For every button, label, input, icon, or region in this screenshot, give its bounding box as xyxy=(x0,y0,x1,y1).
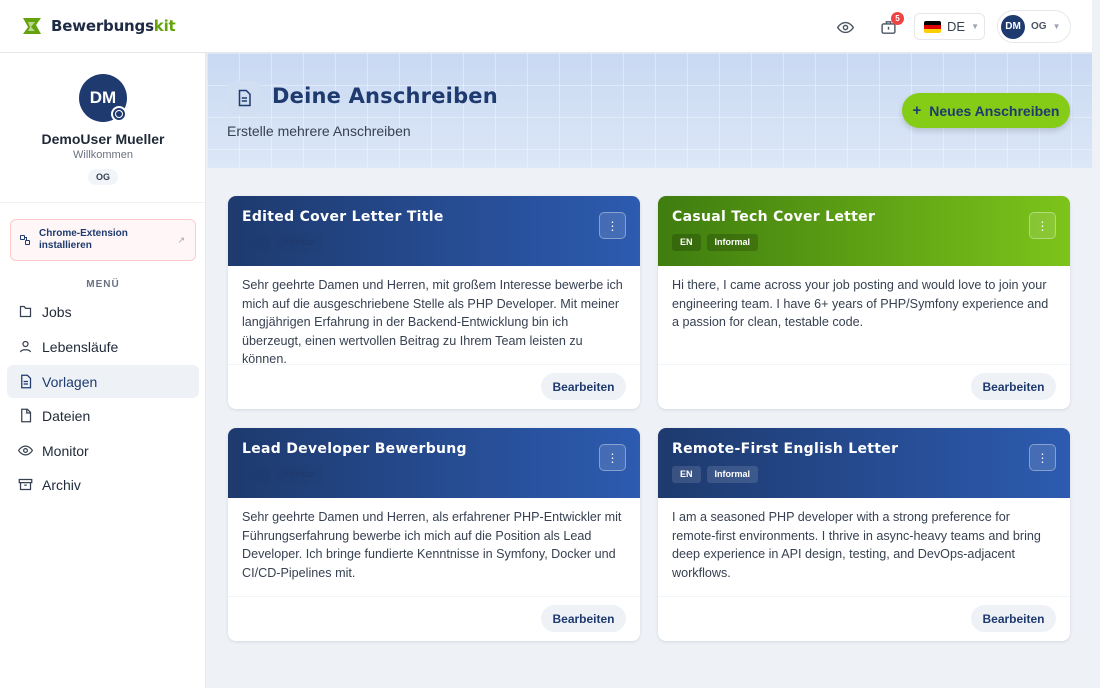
cover-letter-card: Edited Cover Letter Title DE Formal ⋮ Se… xyxy=(228,196,640,409)
cover-letter-card: Casual Tech Cover Letter EN Informal ⋮ H… xyxy=(658,196,1070,409)
logo-icon xyxy=(23,18,41,34)
card-menu-button[interactable]: ⋮ xyxy=(599,212,626,239)
tone-badge: Informal xyxy=(706,466,759,483)
card-title: Lead Developer Bewerbung xyxy=(242,441,467,457)
chevron-down-icon: ▼ xyxy=(971,22,979,31)
language-label: DE xyxy=(947,19,966,34)
card-header: Remote-First English Letter EN Informal … xyxy=(658,428,1070,498)
edit-button[interactable]: Bearbeiten xyxy=(971,373,1056,400)
external-link-icon: ↗ xyxy=(177,235,185,245)
new-cover-letter-button[interactable]: + Neues Anschreiben xyxy=(902,93,1070,128)
notifications-button[interactable]: 5 xyxy=(876,12,904,39)
tone-badge: Formal xyxy=(276,466,323,483)
page-header: Deine Anschreiben Erstelle mehrere Ansch… xyxy=(207,53,1092,168)
divider xyxy=(228,596,640,597)
document-icon xyxy=(227,81,261,115)
divider xyxy=(658,364,1070,365)
edit-button[interactable]: Bearbeiten xyxy=(541,605,626,632)
divider xyxy=(658,596,1070,597)
sidebar-item-dateien[interactable]: Dateien xyxy=(7,399,199,432)
document-icon xyxy=(17,374,33,390)
card-menu-button[interactable]: ⋮ xyxy=(1029,212,1056,239)
tone-badge: Formal xyxy=(276,234,323,251)
user-name: DemoUser Mueller xyxy=(41,131,165,147)
chrome-extension-label: Chrome-Extension installieren xyxy=(39,228,128,251)
top-bar: Bewerbungskit 5 DE ▼ DM OG ▼ xyxy=(0,0,1092,53)
card-body: Sehr geehrte Damen und Herren, mit große… xyxy=(242,278,623,367)
eye-icon xyxy=(836,21,854,33)
visibility-toggle-button[interactable] xyxy=(833,15,857,39)
cover-letter-card: Remote-First English Letter EN Informal … xyxy=(658,428,1070,641)
puzzle-icon xyxy=(20,235,30,245)
eye-icon xyxy=(17,443,33,459)
language-badge: EN xyxy=(672,234,701,251)
card-header: Lead Developer Bewerbung DE Formal ⋮ xyxy=(228,428,640,498)
card-title: Casual Tech Cover Letter xyxy=(672,209,876,225)
sidebar: DM DemoUser Mueller Willkommen OG Chrome… xyxy=(0,53,206,688)
card-body: Sehr geehrte Damen und Herren, als erfah… xyxy=(242,510,622,580)
card-header: Edited Cover Letter Title DE Formal ⋮ xyxy=(228,196,640,266)
language-badge: DE xyxy=(242,466,271,483)
card-body: Hi there, I came across your job posting… xyxy=(672,278,1049,330)
sidebar-item-label: Lebensläufe xyxy=(42,338,119,355)
sidebar-item-vorlagen[interactable]: Vorlagen xyxy=(7,365,199,398)
card-menu-button[interactable]: ⋮ xyxy=(599,444,626,471)
user-icon xyxy=(17,339,33,355)
language-badge: DE xyxy=(242,234,271,251)
edit-button[interactable]: Bearbeiten xyxy=(971,605,1056,632)
user-greeting: Willkommen xyxy=(73,149,133,161)
chevron-down-icon: ▼ xyxy=(1052,22,1061,31)
app-logo[interactable]: Bewerbungskit xyxy=(22,16,176,36)
sidebar-item-jobs[interactable]: Jobs xyxy=(7,295,199,328)
tone-badge: Informal xyxy=(706,234,759,251)
user-badge: OG xyxy=(88,169,118,185)
page-subtitle: Erstelle mehrere Anschreiben xyxy=(227,123,411,139)
divider xyxy=(228,364,640,365)
user-tag: OG xyxy=(1031,21,1047,32)
file-icon xyxy=(17,408,33,424)
user-menu-button[interactable]: DM OG ▼ xyxy=(997,10,1071,43)
language-selector[interactable]: DE ▼ xyxy=(914,13,985,40)
sidebar-item-label: Monitor xyxy=(42,442,89,459)
sidebar-item-label: Jobs xyxy=(42,303,72,320)
card-title: Remote-First English Letter xyxy=(672,441,899,457)
more-vertical-icon: ⋮ xyxy=(606,218,619,233)
page-title: Deine Anschreiben xyxy=(272,84,498,108)
language-badge: EN xyxy=(672,466,701,483)
sidebar-item-archiv[interactable]: Archiv xyxy=(7,468,199,501)
brand-name: Bewerbungs xyxy=(51,17,154,35)
folder-icon xyxy=(17,304,33,320)
cover-letter-card: Lead Developer Bewerbung DE Formal ⋮ Seh… xyxy=(228,428,640,641)
status-icon xyxy=(111,106,127,122)
menu-title: MENÜ xyxy=(86,279,120,290)
sidebar-item-label: Dateien xyxy=(42,407,91,424)
flag-de-icon xyxy=(924,20,941,33)
card-menu-button[interactable]: ⋮ xyxy=(1029,444,1056,471)
divider xyxy=(0,202,206,203)
new-cover-letter-label: Neues Anschreiben xyxy=(929,102,1060,119)
sidebar-item-monitor[interactable]: Monitor xyxy=(7,434,199,467)
sidebar-item-lebenslaeufe[interactable]: Lebensläufe xyxy=(7,330,199,363)
sidebar-item-label: Archiv xyxy=(42,476,81,493)
card-header: Casual Tech Cover Letter EN Informal ⋮ xyxy=(658,196,1070,266)
card-body: I am a seasoned PHP developer with a str… xyxy=(672,510,1041,580)
card-title: Edited Cover Letter Title xyxy=(242,209,444,225)
sidebar-item-label: Vorlagen xyxy=(42,373,98,390)
edit-button[interactable]: Bearbeiten xyxy=(541,373,626,400)
more-vertical-icon: ⋮ xyxy=(1036,218,1049,233)
archive-icon xyxy=(17,477,33,493)
more-vertical-icon: ⋮ xyxy=(606,450,619,465)
plus-icon: + xyxy=(912,102,922,119)
avatar: DM xyxy=(1001,14,1025,39)
brand-accent: kit xyxy=(153,17,176,35)
more-vertical-icon: ⋮ xyxy=(1036,450,1049,465)
notification-badge: 5 xyxy=(891,12,904,25)
chrome-extension-button[interactable]: Chrome-Extension installieren ↗ xyxy=(10,219,196,261)
